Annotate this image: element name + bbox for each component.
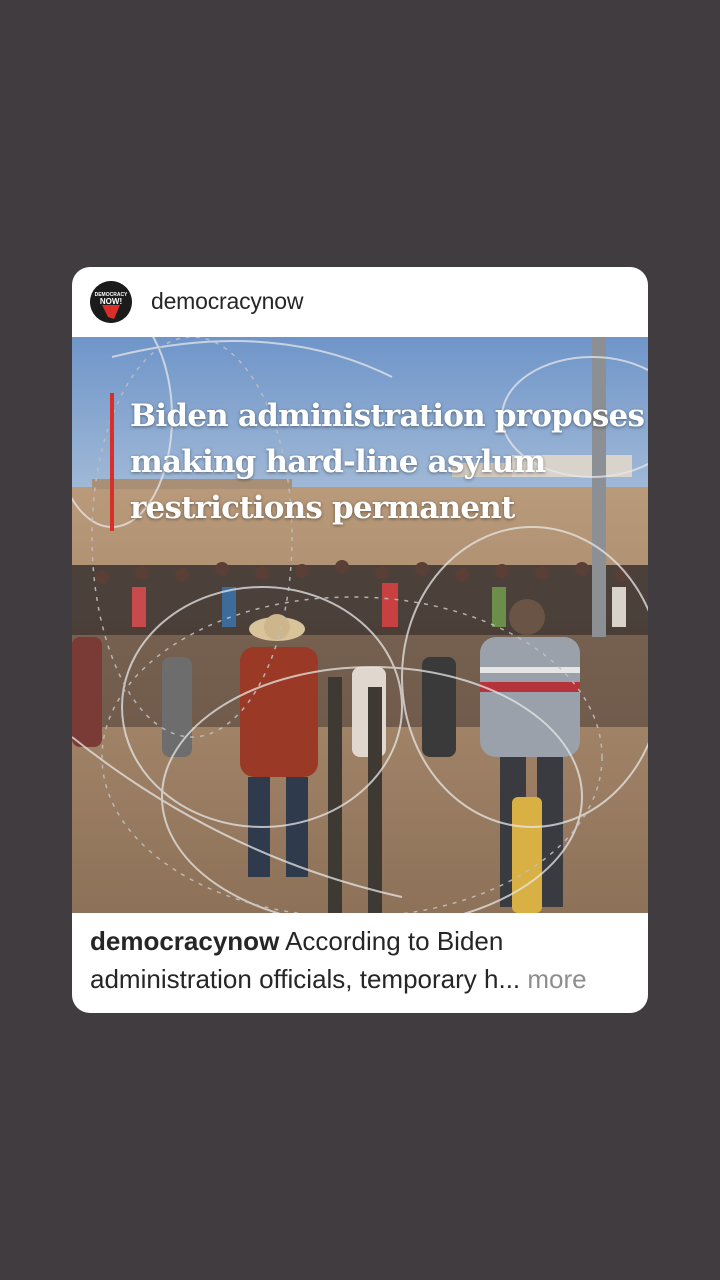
more-link[interactable]: more [527,964,586,994]
post-header: DEMOCRACY NOW! democracynow [72,267,648,337]
post-image[interactable]: Biden administration proposes making har… [72,337,648,913]
story-viewer: DEMOCRACY NOW! democracynow Biden admini… [0,0,720,1280]
caption-line-1: democracynow According to Biden [90,922,635,960]
caption-line-2: administration officials, temporary h...… [90,960,635,998]
caption-text-1: According to Biden [285,926,504,956]
post-card[interactable]: DEMOCRACY NOW! democracynow Biden admini… [72,267,648,1013]
post-caption: democracynow According to Biden administ… [90,922,635,998]
headline-line-2: making hard-line asylum [130,444,546,480]
headline-line-1: Biden administration proposes [130,398,645,434]
image-headline: Biden administration proposes making har… [110,393,648,531]
caption-text-2: administration officials, temporary h... [90,964,521,994]
svg-text:NOW!: NOW! [100,297,122,306]
headline-line-3: restrictions permanent [130,490,515,526]
avatar[interactable]: DEMOCRACY NOW! [90,281,132,323]
caption-username[interactable]: democracynow [90,926,279,956]
post-username[interactable]: democracynow [151,287,303,315]
democracy-now-logo-icon: DEMOCRACY NOW! [90,281,132,323]
